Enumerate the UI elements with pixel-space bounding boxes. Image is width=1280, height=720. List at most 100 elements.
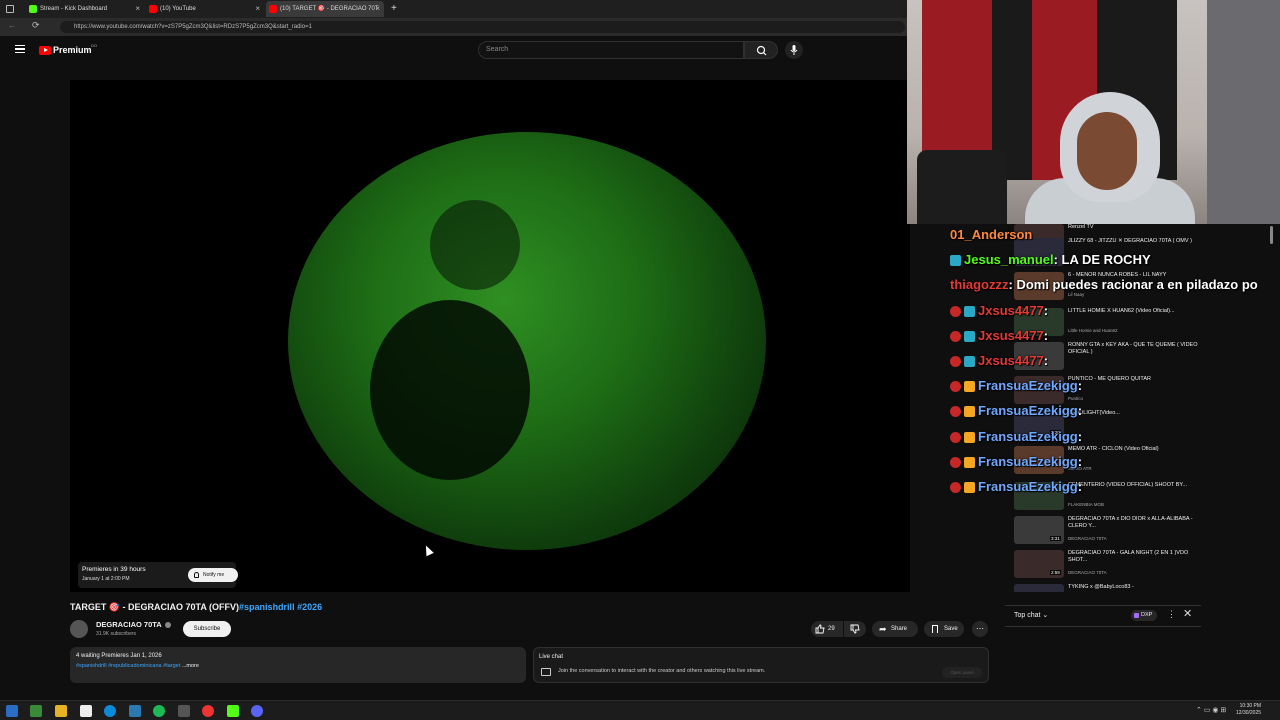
recommended-title[interactable]: DEGRACIAO 70TA - GALA NIGHT (2 EN 1 )VDO… xyxy=(1068,550,1198,564)
chat-message-text: : xyxy=(1077,428,1083,444)
record-badge-icon xyxy=(950,406,961,418)
premiere-time: Premieres in 39 hours xyxy=(82,566,146,573)
recommended-video[interactable]: 3:31 DEGRACIAO 70TA x DIO DIOR x ALLA-ALI… xyxy=(1014,516,1200,550)
tab-youtube[interactable]: (10) YouTube × xyxy=(146,1,264,17)
chat-username: FransuaEzekigg xyxy=(978,428,1078,444)
top-chat-bar: Top chat ⌄ DXP ⋮ ✕ xyxy=(1005,605,1201,693)
record-badge-icon xyxy=(950,305,961,317)
video-title: TARGET 🎯 - DEGRACIAO 70TA (OFFV)#spanish… xyxy=(70,602,323,612)
chat-message-text: : xyxy=(1043,353,1049,368)
app-icon[interactable] xyxy=(178,705,190,717)
recommended-video[interactable]: TYKING x @BabyLoco83 - xyxy=(1014,584,1200,592)
user-badge-icon xyxy=(964,356,975,368)
app-icon[interactable] xyxy=(30,705,42,717)
steam-icon[interactable] xyxy=(129,705,141,717)
chat-message-text: : xyxy=(1077,479,1083,494)
chat-username: Jesus_manuel xyxy=(964,252,1054,268)
youtube-logo-text[interactable]: Premium xyxy=(53,45,92,55)
chat-username: Jxsus4477 xyxy=(978,327,1044,343)
notepad-icon[interactable] xyxy=(80,705,92,717)
gaming-chair xyxy=(917,150,1007,224)
video-description[interactable]: 4 waiting Premieres Jan 1, 2026 #spanish… xyxy=(70,647,526,683)
premiere-date: January 1 at 2:00 PM xyxy=(82,576,130,582)
user-badge-icon xyxy=(964,482,975,494)
chat-message-text: : LA DE ROCHY xyxy=(1053,252,1151,268)
chat-message-text: : Domi puedes racionar a en piladazo po xyxy=(1008,277,1258,293)
search-button[interactable] xyxy=(744,41,778,59)
more-actions-button[interactable]: ⋯ xyxy=(972,621,988,637)
menu-icon[interactable] xyxy=(15,45,25,53)
live-chat-title: Live chat xyxy=(539,654,564,660)
recommended-channel[interactable]: FLAKENBIA MOB xyxy=(1068,502,1104,507)
stream-chat-message: FransuaEzekigg: xyxy=(950,400,1082,422)
new-tab-button[interactable]: + xyxy=(388,1,402,17)
video-shadow xyxy=(430,200,520,290)
like-button[interactable]: 29 xyxy=(811,621,843,637)
edge-icon[interactable] xyxy=(104,705,116,717)
video-duration: 2:59 xyxy=(1050,570,1061,575)
search-input[interactable]: Search xyxy=(478,41,744,59)
thumbs-up-icon xyxy=(815,624,825,634)
folder-icon[interactable] xyxy=(55,705,67,717)
back-icon[interactable]: ← xyxy=(8,21,16,30)
close-tab-icon[interactable]: × xyxy=(375,1,380,17)
top-chat-dropdown[interactable]: Top chat ⌄ xyxy=(1014,611,1048,619)
reload-icon[interactable]: ⟳ xyxy=(32,20,40,31)
windows-taskbar: 10:30 PM 12/30/2025 ⌃ ▭ ◉ ⊞ xyxy=(0,700,1280,720)
share-button[interactable]: ➦ Share xyxy=(872,621,918,637)
close-tab-icon[interactable]: × xyxy=(255,1,260,17)
dxp-badge[interactable]: DXP xyxy=(1131,610,1157,621)
dislike-button[interactable] xyxy=(844,621,866,637)
chrome-icon[interactable] xyxy=(202,705,214,717)
premiere-countdown: Premieres in 39 hours January 1 at 2:00 … xyxy=(78,562,238,588)
start-icon[interactable] xyxy=(6,705,18,717)
video-thumbnail[interactable] xyxy=(1014,584,1064,592)
user-badge-icon xyxy=(964,330,975,342)
logo-country-code: DO xyxy=(91,43,97,48)
description-hashtags[interactable]: #spanishdrill #republicadominicana #targ… xyxy=(76,663,199,669)
browser-tab-bar: Stream - Kick Dashboard × (10) YouTube ×… xyxy=(0,0,910,18)
youtube-icon xyxy=(269,5,277,13)
notify-me-button[interactable]: Notify me xyxy=(188,568,238,582)
tab-target-video[interactable]: (10) TARGET 🎯 - DEGRACIAO 70T × xyxy=(266,1,384,17)
url-field[interactable]: https://www.youtube.com/watch?v=zS7P5gZc… xyxy=(60,21,905,33)
user-badge-icon xyxy=(950,255,961,267)
close-icon[interactable]: ✕ xyxy=(1183,607,1192,620)
recommended-title[interactable]: DEGRACIAO 70TA x DIO DIOR x ALLA-ALIBABA… xyxy=(1068,516,1198,530)
title-hashtags[interactable]: #spanishdrill #2026 xyxy=(239,602,322,612)
stream-chat-message: FransuaEzekigg: xyxy=(950,451,1082,473)
search-icon xyxy=(756,45,767,56)
more-link[interactable]: ...more xyxy=(180,663,199,669)
system-tray-icons[interactable]: ⌃ ▭ ◉ ⊞ xyxy=(1196,706,1226,714)
spotify-icon[interactable] xyxy=(153,705,165,717)
stream-chat-message: FransuaEzekigg: xyxy=(950,476,1082,498)
record-badge-icon xyxy=(950,431,961,443)
stream-chat-message: Jxsus4477: xyxy=(950,325,1048,347)
mouse-cursor xyxy=(422,543,434,557)
recommended-channel[interactable]: DEGRACIAO 70TA xyxy=(1068,570,1107,575)
subscriber-count: 31.9K subscribers xyxy=(96,631,137,637)
stream-chat-overlay: 01_Anderson Jesus_manuel: LA DE ROCHY thia… xyxy=(950,224,1280,500)
recommended-video[interactable]: 2:59 DEGRACIAO 70TA - GALA NIGHT (2 EN 1 … xyxy=(1014,550,1200,584)
close-tab-icon[interactable]: × xyxy=(135,1,140,17)
subscribe-button[interactable]: Subscribe xyxy=(183,621,231,637)
tab-actions-icon[interactable] xyxy=(6,5,14,13)
tab-kick-dashboard[interactable]: Stream - Kick Dashboard × xyxy=(26,1,144,17)
stream-chat-message: Jxsus4477: xyxy=(950,300,1048,322)
recommended-title[interactable]: TYKING x @BabyLoco83 - xyxy=(1068,584,1198,591)
voice-search-button[interactable] xyxy=(785,41,803,59)
chat-username: Jxsus4477 xyxy=(978,353,1044,368)
share-icon: ➦ xyxy=(879,624,887,634)
discord-icon[interactable] xyxy=(251,705,263,717)
youtube-logo-icon[interactable] xyxy=(39,46,51,55)
stream-chat-message: FransuaEzekigg: xyxy=(950,375,1082,397)
more-options-icon[interactable]: ⋮ xyxy=(1167,609,1176,620)
clock[interactable]: 10:30 PM 12/30/2025 xyxy=(1236,703,1261,717)
recommended-channel[interactable]: DEGRACIAO 70TA xyxy=(1068,536,1107,541)
channel-avatar[interactable] xyxy=(70,620,88,638)
save-button[interactable]: Save xyxy=(924,621,964,637)
kick-icon[interactable] xyxy=(227,705,239,717)
open-panel-button[interactable]: Open panel xyxy=(942,667,982,678)
video-player[interactable]: Premieres in 39 hours January 1 at 2:00 … xyxy=(70,80,910,592)
channel-name[interactable]: DEGRACIAO 70TA xyxy=(96,620,162,629)
